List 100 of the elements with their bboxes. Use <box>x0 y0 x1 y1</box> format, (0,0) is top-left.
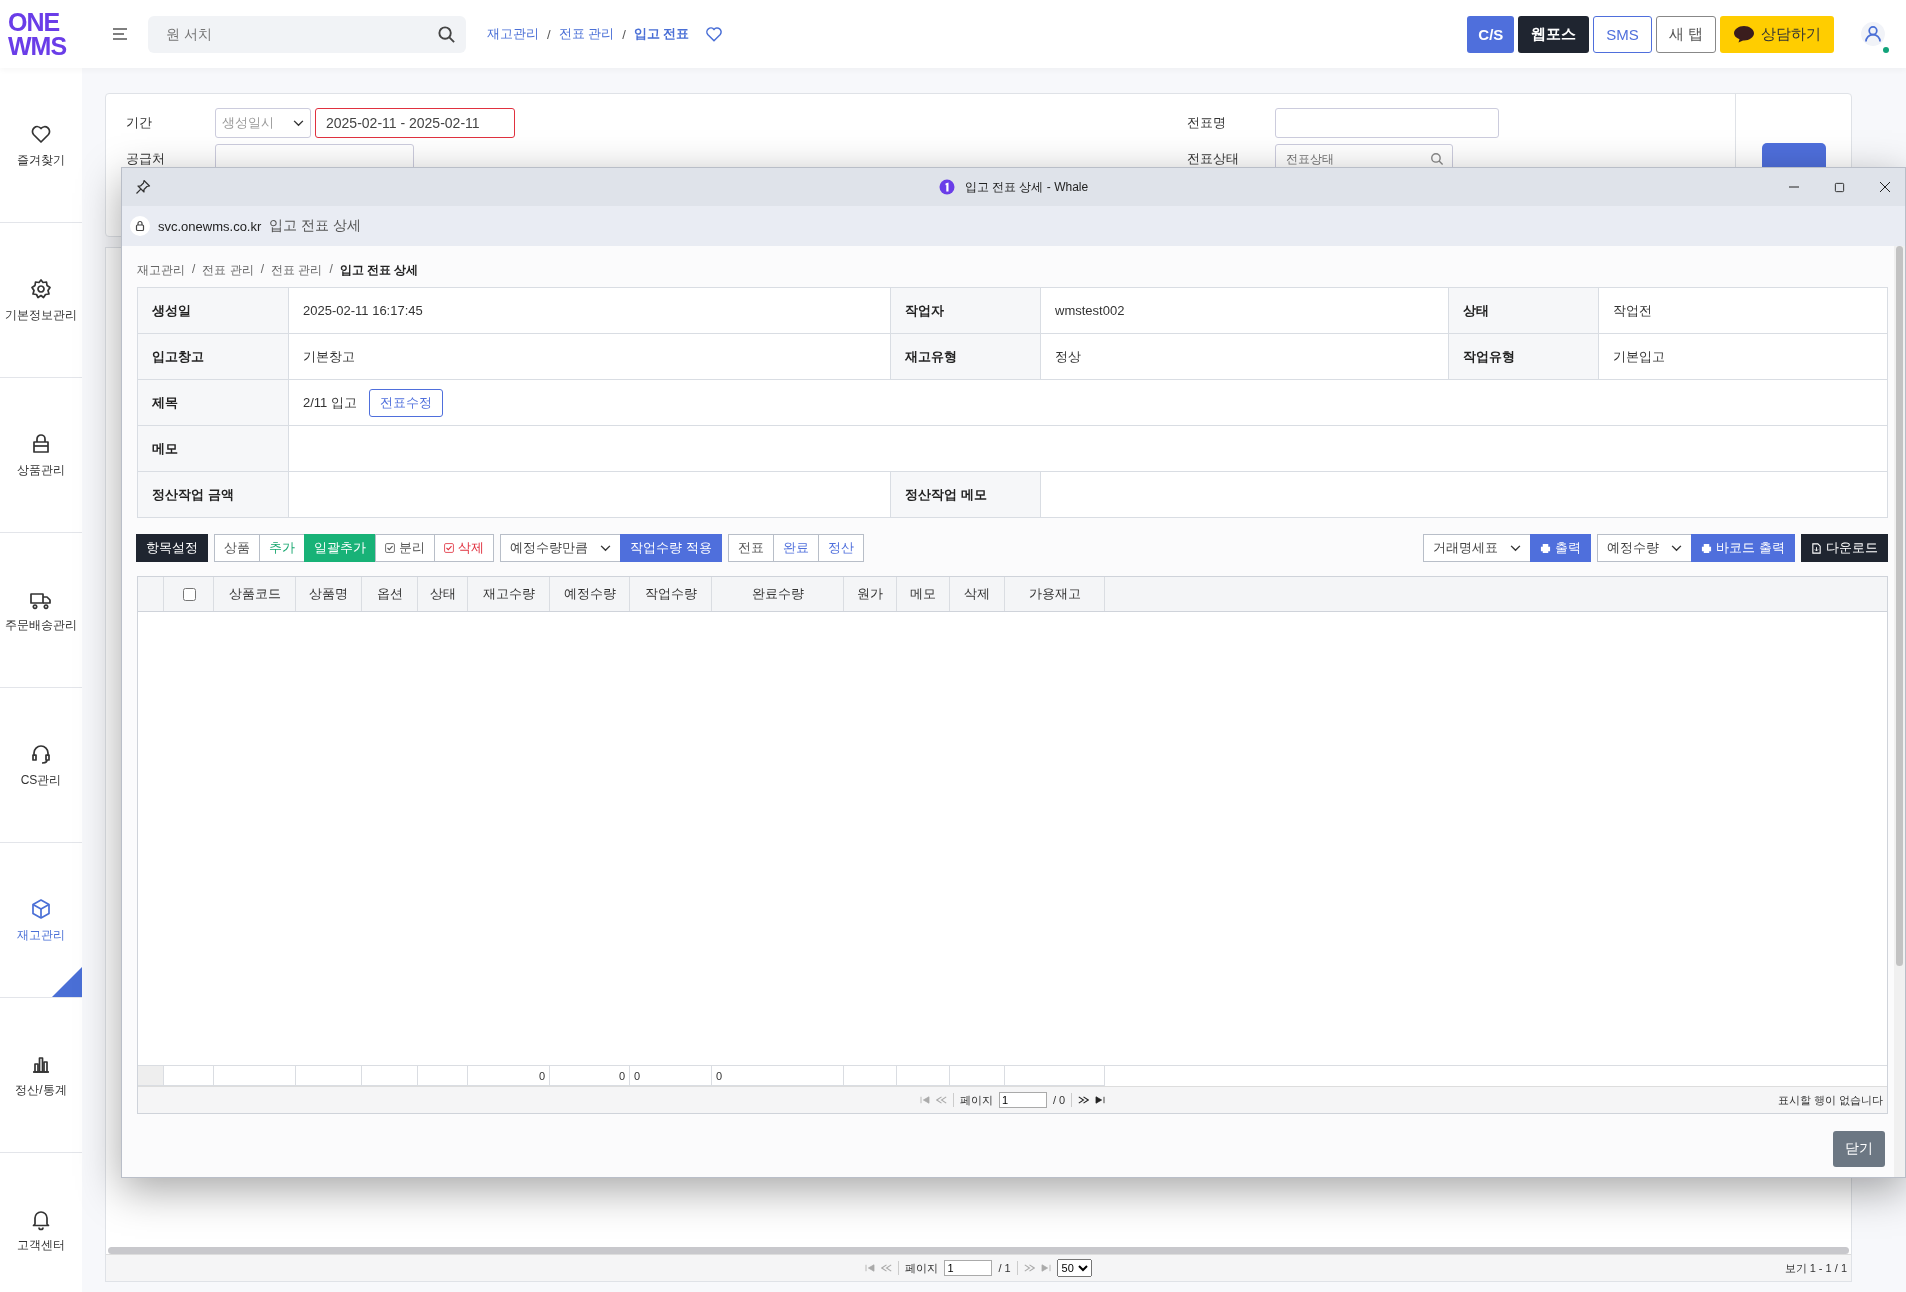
sidebar-item[interactable]: CS관리 <box>0 688 82 843</box>
column-header[interactable]: 원가 <box>844 577 897 611</box>
breadcrumb-link[interactable]: 재고관리 <box>137 262 185 279</box>
info-label: 제목 <box>138 380 289 426</box>
menu-icon[interactable] <box>112 27 128 41</box>
info-value: wmstest002 <box>1055 303 1125 318</box>
breadcrumb-link[interactable]: 재고관리 <box>487 25 539 43</box>
breadcrumb-link[interactable]: 입고 전표 <box>633 25 690 43</box>
user-avatar-icon[interactable] <box>1860 21 1886 47</box>
heart-icon[interactable] <box>703 24 724 44</box>
sidebar-item[interactable]: 정산/통계 <box>0 998 82 1153</box>
sidebar-item[interactable]: 즐겨찾기 <box>0 68 82 223</box>
select-all-checkbox[interactable] <box>182 587 196 601</box>
column-header[interactable]: 완료수량 <box>712 577 844 611</box>
info-value: 기본입고 <box>1613 347 1665 366</box>
sidebar-item[interactable]: 상품관리 <box>0 378 82 533</box>
column-header[interactable]: 가용재고 <box>1005 577 1105 611</box>
search-bar[interactable]: 원 서치 <box>148 15 466 53</box>
toolbar-button[interactable]: 전표 <box>727 534 774 562</box>
maximize-icon[interactable] <box>1834 181 1845 193</box>
previous-page-icon[interactable] <box>935 1096 947 1104</box>
toolbar-button[interactable]: 작업수량 적용 <box>620 534 722 562</box>
close-icon[interactable] <box>1879 181 1891 193</box>
slip-name-field[interactable] <box>1275 108 1499 138</box>
breadcrumb-link[interactable]: 입고 전표 상세 <box>339 262 419 279</box>
toolbar-button[interactable]: 예정수량만큼 <box>500 534 621 562</box>
info-value: 정상 <box>1055 347 1081 366</box>
sidebar-item[interactable]: 고객센터 <box>0 1153 82 1292</box>
sidebar-item[interactable]: 주문배송관리 <box>0 533 82 688</box>
toolbar-button[interactable]: 거래명세표 <box>1423 534 1532 562</box>
toolbar-button[interactable]: 바코드 출력 <box>1691 534 1795 562</box>
column-header[interactable]: 상태 <box>418 577 468 611</box>
column-header[interactable]: 상품명 <box>296 577 362 611</box>
first-page-icon[interactable] <box>919 1096 930 1104</box>
first-page-icon[interactable] <box>865 1264 876 1272</box>
scrollbar[interactable] <box>1896 246 1903 966</box>
breadcrumb-link[interactable]: 전표 관리 <box>558 25 615 43</box>
toolbar-button[interactable]: 다운로드 <box>1801 534 1888 562</box>
sidebar-item[interactable]: 기본정보관리 <box>0 223 82 378</box>
close-button[interactable]: 닫기 <box>1833 1131 1885 1167</box>
toolbar-button[interactable]: 출력 <box>1530 534 1592 562</box>
info-label: 메모 <box>138 426 289 472</box>
toolbar-button[interactable]: 분리 <box>375 534 435 562</box>
page-title: 입고 전표 상세 <box>269 217 362 235</box>
header-button[interactable]: C/S <box>1467 15 1515 53</box>
column-header[interactable]: 상품코드 <box>214 577 296 611</box>
page-field[interactable]: 1 <box>944 1260 993 1276</box>
breadcrumb-link[interactable]: 전표 관리 <box>202 262 254 279</box>
column-header[interactable]: 작업수량 <box>630 577 712 611</box>
header-button[interactable]: 웹포스 <box>1518 15 1590 53</box>
toolbar-button[interactable]: 완료 <box>772 534 819 562</box>
header-button[interactable]: 새 탭 <box>1655 15 1716 53</box>
printer-icon <box>1540 542 1552 554</box>
chat-bubble-icon <box>1733 25 1755 43</box>
column-header[interactable]: 예정수량 <box>550 577 630 611</box>
toolbar-button[interactable]: 예정수량 <box>1597 534 1693 562</box>
previous-page-icon[interactable] <box>881 1264 893 1272</box>
page-total: / 1 <box>998 1262 1011 1274</box>
info-label: 작업유형 <box>1449 334 1599 380</box>
breadcrumb-separator: / <box>260 262 265 278</box>
toolbar-button[interactable]: 항목설정 <box>136 534 208 562</box>
column-header[interactable]: 재고수량 <box>468 577 550 611</box>
chevron-down-icon <box>293 119 304 127</box>
chevron-down-icon <box>1671 544 1683 552</box>
next-page-icon[interactable] <box>1078 1096 1090 1104</box>
toolbar-button[interactable]: 삭제 <box>434 534 494 562</box>
toolbar-button[interactable]: 상품 <box>214 534 260 562</box>
chevron-down-icon <box>600 544 611 552</box>
field-label: 기간 <box>126 114 153 132</box>
pin-icon[interactable] <box>135 179 151 195</box>
info-label: 상태 <box>1449 288 1599 334</box>
page-size-select[interactable]: 50 <box>1056 1259 1092 1277</box>
toolbar-button[interactable]: 정산 <box>817 534 864 562</box>
field-label: 전표명 <box>1187 114 1227 132</box>
info-label: 작업자 <box>891 288 1041 334</box>
date-range-field[interactable]: 2025-02-11 - 2025-02-11 <box>315 108 515 138</box>
page-label: 페이지 <box>905 1260 939 1276</box>
column-header[interactable]: 삭제 <box>950 577 1005 611</box>
page-summary: 보기 1 - 1 / 1 <box>1784 1260 1847 1276</box>
scrollbar[interactable] <box>108 1247 1849 1254</box>
logo[interactable]: ONE WMS <box>0 10 82 58</box>
info-label: 재고유형 <box>891 334 1041 380</box>
last-page-icon[interactable] <box>1095 1096 1106 1104</box>
search-icon[interactable] <box>437 24 456 44</box>
info-value: 기본창고 <box>303 347 355 366</box>
document-icon <box>1811 542 1822 554</box>
breadcrumb-link[interactable]: 전표 관리 <box>271 262 323 279</box>
column-header[interactable]: 메모 <box>897 577 950 611</box>
page-field[interactable]: 1 <box>998 1092 1047 1108</box>
search-icon <box>1430 152 1444 166</box>
field-label: 공급처 <box>126 150 166 168</box>
cube-icon <box>29 896 53 921</box>
search-input[interactable]: 원 서치 <box>164 25 437 43</box>
header-button[interactable]: 상담하기 <box>1720 15 1834 53</box>
checkbox-icon <box>385 543 395 553</box>
header-button[interactable]: SMS <box>1593 15 1652 53</box>
checkbox-icon <box>444 543 454 553</box>
edit-slip-button[interactable]: 전표수정 <box>368 388 443 417</box>
breadcrumb-separator: / <box>622 26 626 42</box>
column-header[interactable]: 옵션 <box>362 577 418 611</box>
